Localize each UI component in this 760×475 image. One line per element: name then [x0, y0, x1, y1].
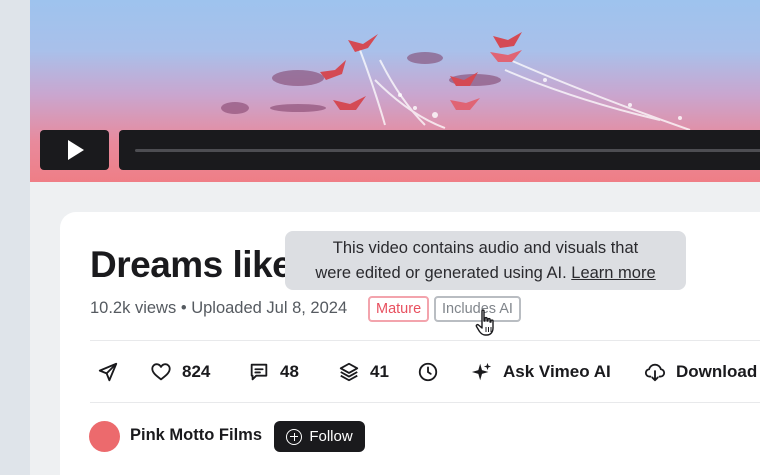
like-count: 824 [182, 362, 211, 381]
channel-name[interactable]: Pink Motto Films [130, 426, 262, 445]
heart-icon [151, 363, 171, 381]
watch-later-button[interactable] [417, 356, 449, 388]
play-button[interactable] [40, 130, 109, 170]
divider-bottom [90, 402, 760, 403]
tooltip-line-2-text: were edited or generated using AI. [315, 264, 567, 282]
video-player[interactable] [30, 0, 760, 182]
comment-count: 48 [280, 362, 299, 381]
left-gutter [0, 0, 30, 475]
like-button[interactable]: 824 [150, 356, 210, 388]
ask-vimeo-ai-label: Ask Vimeo AI [503, 362, 611, 381]
follow-button[interactable]: Follow [274, 421, 365, 452]
layers-icon [339, 362, 359, 382]
ask-vimeo-ai-button[interactable]: Ask Vimeo AI [471, 356, 611, 388]
clock-icon [418, 362, 438, 382]
divider-top [90, 340, 760, 341]
mature-badge[interactable]: Mature [368, 296, 430, 322]
sparkle-icon [471, 362, 492, 381]
learn-more-link[interactable]: Learn more [571, 264, 655, 282]
cloud-download-icon [644, 363, 666, 382]
collections-button[interactable]: 41 [338, 356, 389, 388]
seek-track [135, 149, 760, 152]
ai-disclosure-tooltip: This video contains audio and visuals th… [285, 231, 686, 290]
play-icon [68, 140, 84, 160]
comment-button[interactable]: 48 [248, 356, 299, 388]
download-button[interactable]: Download [644, 356, 757, 388]
collections-count: 41 [370, 362, 389, 381]
tooltip-line-1: This video contains audio and visuals th… [332, 239, 639, 257]
paper-plane-icon [98, 362, 118, 382]
share-button[interactable] [97, 356, 129, 388]
channel-avatar[interactable] [89, 421, 120, 452]
meta-separator: • [180, 299, 187, 317]
download-label: Download [676, 362, 758, 381]
tooltip-line-2: were edited or generated using AI. Learn… [285, 261, 686, 286]
video-title: Dreams like [90, 244, 293, 285]
seek-bar[interactable] [119, 130, 760, 170]
video-meta: 10.2k views • Uploaded Jul 8, 2024 [90, 299, 347, 318]
upload-date: Uploaded Jul 8, 2024 [191, 299, 348, 317]
hand-pointer-cursor-icon [475, 309, 494, 336]
plus-circle-icon [286, 428, 303, 445]
follow-label: Follow [309, 428, 353, 445]
view-count: 10.2k views [90, 299, 177, 317]
comment-icon [250, 363, 268, 381]
